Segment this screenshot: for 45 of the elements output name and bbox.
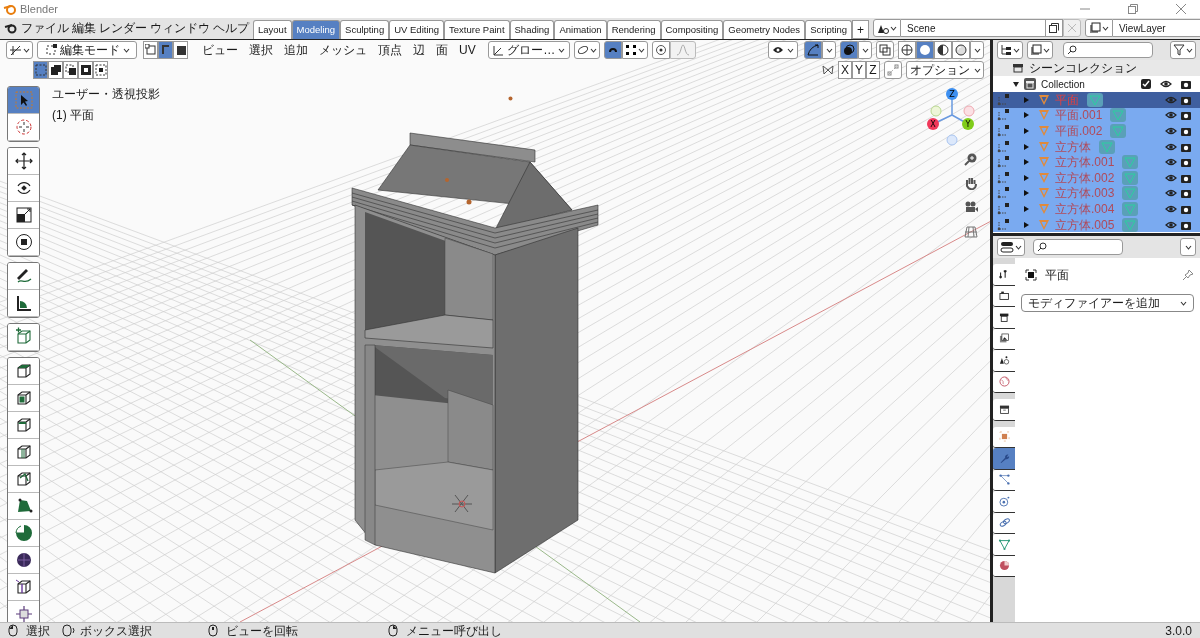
add-modifier-dropdown[interactable]: モディファイアーを追加 [1021,294,1194,312]
menu-item[interactable]: 追加 [284,41,308,59]
workspace-tab[interactable]: Rendering [606,20,661,39]
collection-name[interactable]: Collection [1041,76,1085,92]
menu-item[interactable]: 辺 [413,41,425,59]
menu-item[interactable]: ヘルプ [213,19,249,37]
workspace-tab[interactable]: Layout [253,20,292,39]
menu-item[interactable]: ファイル [21,19,69,37]
workspace-tab[interactable]: Modeling [291,20,341,39]
navigation-gizmo[interactable]: Z X Y [925,88,985,146]
options-dropdown[interactable]: オプション [906,61,984,79]
scene-field[interactable]: Scene [901,19,1046,37]
status-hint: 選択 [26,624,50,637]
version-label: 3.0.0 [1165,624,1192,637]
menu-item[interactable]: メッシュ [319,41,367,59]
workspace-tab[interactable]: Shading [509,20,555,39]
workspace-tab[interactable]: Texture Paint [444,20,510,39]
object-info: (1) 平面 [52,107,95,124]
object-name: 平面 [1045,267,1069,284]
menu-item[interactable]: 面 [436,41,448,59]
menu-item[interactable]: 頂点 [378,41,402,59]
menu-item[interactable]: ウィンドウ [150,19,210,37]
status-hint: ボックス選択 [80,624,152,637]
workspace-tab[interactable]: Scripting [805,20,853,39]
window-title: Blender [20,1,58,17]
workspace-tab[interactable]: Sculpting [340,20,390,39]
mirror-axis-toggle[interactable]: X [838,61,852,79]
menu-item[interactable]: UV [459,41,476,59]
menu-item[interactable]: 選択 [249,41,273,59]
workspace-tab[interactable]: Compositing [660,20,724,39]
add-workspace-button[interactable]: + [852,20,870,39]
workspace-tab[interactable]: UV Editing [389,20,445,39]
view-layer-field[interactable]: ViewLayer [1113,19,1200,37]
orientation-dropdown[interactable]: グロー… [487,41,570,59]
workspace-tab[interactable]: Animation [554,20,607,39]
menu-item[interactable]: レンダー [99,19,147,37]
mirror-axis-toggle[interactable]: Z [866,61,880,79]
menu-item[interactable]: 編集 [72,19,96,37]
view-name: ユーザー・透視投影 [52,86,160,103]
status-hint: ビューを回転 [226,624,298,637]
status-hint: メニュー呼び出し [406,624,502,637]
menu-item[interactable]: ビュー [202,41,238,59]
mode-dropdown[interactable]: 編集モード [37,41,137,59]
workspace-tab[interactable]: Geometry Nodes [723,20,806,39]
mirror-axis-toggle[interactable]: Y [852,61,866,79]
